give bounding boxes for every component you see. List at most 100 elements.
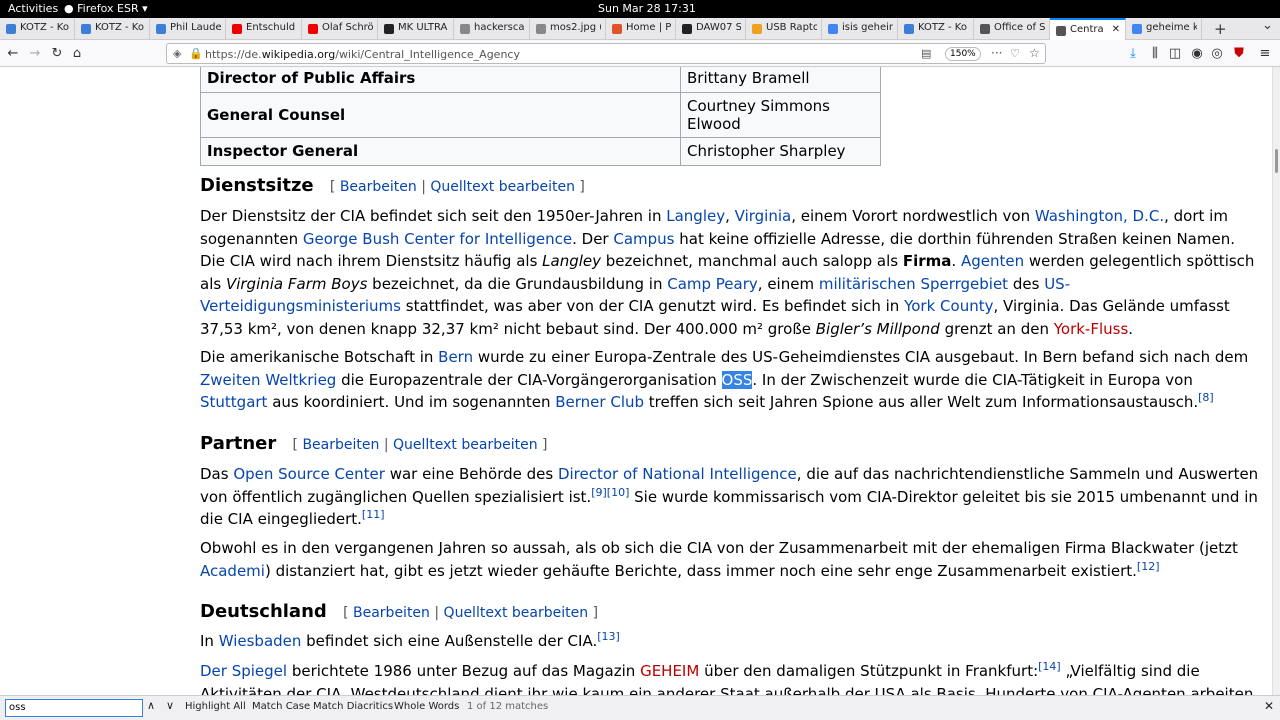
activities-button[interactable]: Activities bbox=[8, 2, 58, 15]
forward-icon[interactable]: → bbox=[26, 45, 44, 63]
tab[interactable]: Entschuld bbox=[226, 18, 302, 40]
link-bern[interactable]: Bern bbox=[438, 348, 473, 366]
match-diacritics-toggle[interactable]: Match Diacritics bbox=[313, 701, 393, 712]
link-oss[interactable]: OSS bbox=[721, 370, 753, 389]
tab-label: KOTZ - Ko bbox=[918, 22, 967, 33]
reference-9[interactable]: [9] bbox=[591, 486, 607, 499]
tab[interactable]: DAW07 Sy bbox=[676, 18, 746, 40]
link-wiesbaden[interactable]: Wiesbaden bbox=[219, 632, 302, 650]
find-input[interactable]: oss bbox=[5, 699, 143, 717]
edit-source-link[interactable]: Quelltext bearbeiten bbox=[430, 179, 575, 195]
section-heading-deutschland: Deutschland [ Bearbeiten | Quelltext bea… bbox=[200, 601, 599, 622]
tab[interactable]: geheime k bbox=[1126, 18, 1202, 40]
close-tab-icon[interactable]: ✕ bbox=[1112, 24, 1120, 35]
new-tab-icon[interactable]: + bbox=[1214, 20, 1227, 38]
pocket-icon[interactable]: ♡ bbox=[1010, 47, 1020, 60]
close-findbar-icon[interactable]: ✕ bbox=[1264, 699, 1274, 713]
tab[interactable]: Home | Pa bbox=[606, 18, 676, 40]
table-row: General Counsel Courtney Simmons Elwood bbox=[200, 91, 881, 138]
firefox-menu[interactable]: ● Firefox ESR ▾ bbox=[64, 2, 148, 15]
tab[interactable]: Phil Laude bbox=[150, 18, 226, 40]
reader-view-icon[interactable]: ▤ bbox=[921, 47, 931, 60]
link-langley[interactable]: Langley bbox=[666, 207, 725, 225]
link-virginia[interactable]: Virginia bbox=[735, 207, 792, 225]
favicon-icon bbox=[752, 24, 762, 34]
find-previous-icon[interactable]: ∧ bbox=[147, 699, 155, 712]
reload-icon[interactable]: ↻ bbox=[48, 45, 66, 63]
home-icon[interactable]: ⌂ bbox=[68, 45, 86, 63]
reference-14[interactable]: [14] bbox=[1038, 660, 1061, 673]
page-actions-icon[interactable]: ··· bbox=[991, 46, 1002, 60]
tab[interactable]: KOTZ - Ko bbox=[898, 18, 974, 40]
menu-icon[interactable]: ≡ bbox=[1256, 45, 1274, 63]
find-next-icon[interactable]: ∨ bbox=[166, 699, 174, 712]
reference-13[interactable]: [13] bbox=[597, 630, 620, 643]
tab[interactable]: Office of S bbox=[974, 18, 1050, 40]
library-icon[interactable]: ⫼ bbox=[1146, 45, 1164, 63]
scrollbar-thumb[interactable] bbox=[1275, 149, 1278, 173]
reference-12[interactable]: [12] bbox=[1137, 560, 1160, 573]
tab-list-icon[interactable]: ⌄ bbox=[1262, 18, 1273, 33]
link-open-source-center[interactable]: Open Source Center bbox=[233, 465, 385, 483]
reference-11[interactable]: [11] bbox=[362, 508, 385, 521]
tab[interactable]: Central ✕ bbox=[1050, 18, 1126, 41]
info-table: Director of Public Affairs Brittany Brame… bbox=[200, 67, 881, 166]
table-row: Inspector General Christopher Sharpley bbox=[200, 136, 881, 166]
edit-source-link[interactable]: Quelltext bearbeiten bbox=[444, 605, 589, 621]
account-icon[interactable]: ◎ bbox=[1208, 45, 1226, 63]
tab[interactable]: isis geheim bbox=[822, 18, 898, 40]
url-text[interactable]: https://de.wikipedia.org/wiki/Central_In… bbox=[205, 48, 520, 61]
bookmark-star-icon[interactable]: ☆ bbox=[1029, 46, 1040, 60]
match-case-toggle[interactable]: Match Case bbox=[252, 701, 310, 712]
link-washington[interactable]: Washington, D.C. bbox=[1035, 207, 1164, 225]
tab-label: DAW07 Sy bbox=[696, 22, 741, 33]
ublock-icon[interactable]: ⛊ bbox=[1230, 45, 1248, 63]
tab[interactable]: KOTZ - Ko bbox=[0, 18, 75, 40]
link-campus[interactable]: Campus bbox=[613, 230, 674, 248]
extension-icon[interactable]: ◉ bbox=[1188, 45, 1206, 63]
shield-icon[interactable]: ◈ bbox=[173, 47, 181, 60]
favicon-icon bbox=[81, 24, 91, 34]
tab[interactable]: MK ULTRA bbox=[378, 18, 454, 40]
link-dni[interactable]: Director of National Intelligence bbox=[558, 465, 797, 483]
link-sperrgebiet[interactable]: militärischen Sperrgebiet bbox=[819, 275, 1008, 293]
page-content[interactable]: Director of Public Affairs Brittany Brame… bbox=[0, 67, 1272, 695]
download-icon[interactable]: ⤓ bbox=[1124, 45, 1142, 63]
reference-8[interactable]: [8] bbox=[1198, 391, 1214, 404]
edit-link[interactable]: Bearbeiten bbox=[353, 605, 430, 621]
highlight-all-toggle[interactable]: Highlight All bbox=[185, 701, 246, 712]
paragraph-bern: Die amerikanische Botschaft in Bern wurd… bbox=[200, 348, 1249, 411]
link-agenten[interactable]: Agenten bbox=[961, 252, 1024, 270]
zoom-level[interactable]: 150% bbox=[945, 47, 981, 61]
tab[interactable]: KOTZ - Ko bbox=[75, 18, 150, 40]
link-york-county[interactable]: York County bbox=[904, 297, 993, 315]
tab-label: Entschuld bbox=[246, 22, 296, 33]
link-camp-peary[interactable]: Camp Peary bbox=[667, 275, 758, 293]
link-berner-club[interactable]: Berner Club bbox=[555, 393, 644, 411]
edit-link[interactable]: Bearbeiten bbox=[302, 437, 379, 453]
link-george-bush-center[interactable]: George Bush Center for Intelligence bbox=[303, 230, 572, 248]
tab[interactable]: mos2.jpg (JPG bbox=[530, 18, 606, 40]
link-geheim[interactable]: GEHEIM bbox=[640, 662, 699, 680]
reference-10[interactable]: [10] bbox=[607, 486, 630, 499]
back-icon[interactable]: ← bbox=[4, 45, 22, 63]
whole-words-toggle[interactable]: Whole Words bbox=[394, 701, 459, 712]
link-academi[interactable]: Academi bbox=[200, 562, 265, 580]
tab[interactable]: hackerscardg bbox=[454, 18, 530, 40]
lock-icon[interactable]: 🔒 bbox=[189, 47, 203, 60]
tab[interactable]: USB Rapto bbox=[746, 18, 822, 40]
edit-source-link[interactable]: Quelltext bearbeiten bbox=[393, 437, 538, 453]
tab[interactable]: Olaf Schrö bbox=[302, 18, 378, 40]
tab-label: MK ULTRA bbox=[398, 22, 448, 33]
link-der-spiegel[interactable]: Der Spiegel bbox=[200, 662, 287, 680]
paragraph-spiegel: Der Spiegel berichtete 1986 unter Bezug … bbox=[200, 660, 1254, 695]
edit-link[interactable]: Bearbeiten bbox=[340, 179, 417, 195]
favicon-icon bbox=[536, 24, 546, 34]
vertical-scrollbar[interactable] bbox=[1272, 67, 1280, 695]
link-york-fluss[interactable]: York-Fluss bbox=[1054, 320, 1129, 338]
link-zweiter-weltkrieg[interactable]: Zweiten Weltkrieg bbox=[200, 371, 336, 389]
sidebar-icon[interactable]: ◫ bbox=[1166, 45, 1184, 63]
link-stuttgart[interactable]: Stuttgart bbox=[200, 393, 267, 411]
url-bar[interactable]: ◈ 🔒 https://de.wikipedia.org/wiki/Centra… bbox=[166, 43, 1046, 64]
clock[interactable]: Sun Mar 28 17:31 bbox=[598, 2, 696, 15]
